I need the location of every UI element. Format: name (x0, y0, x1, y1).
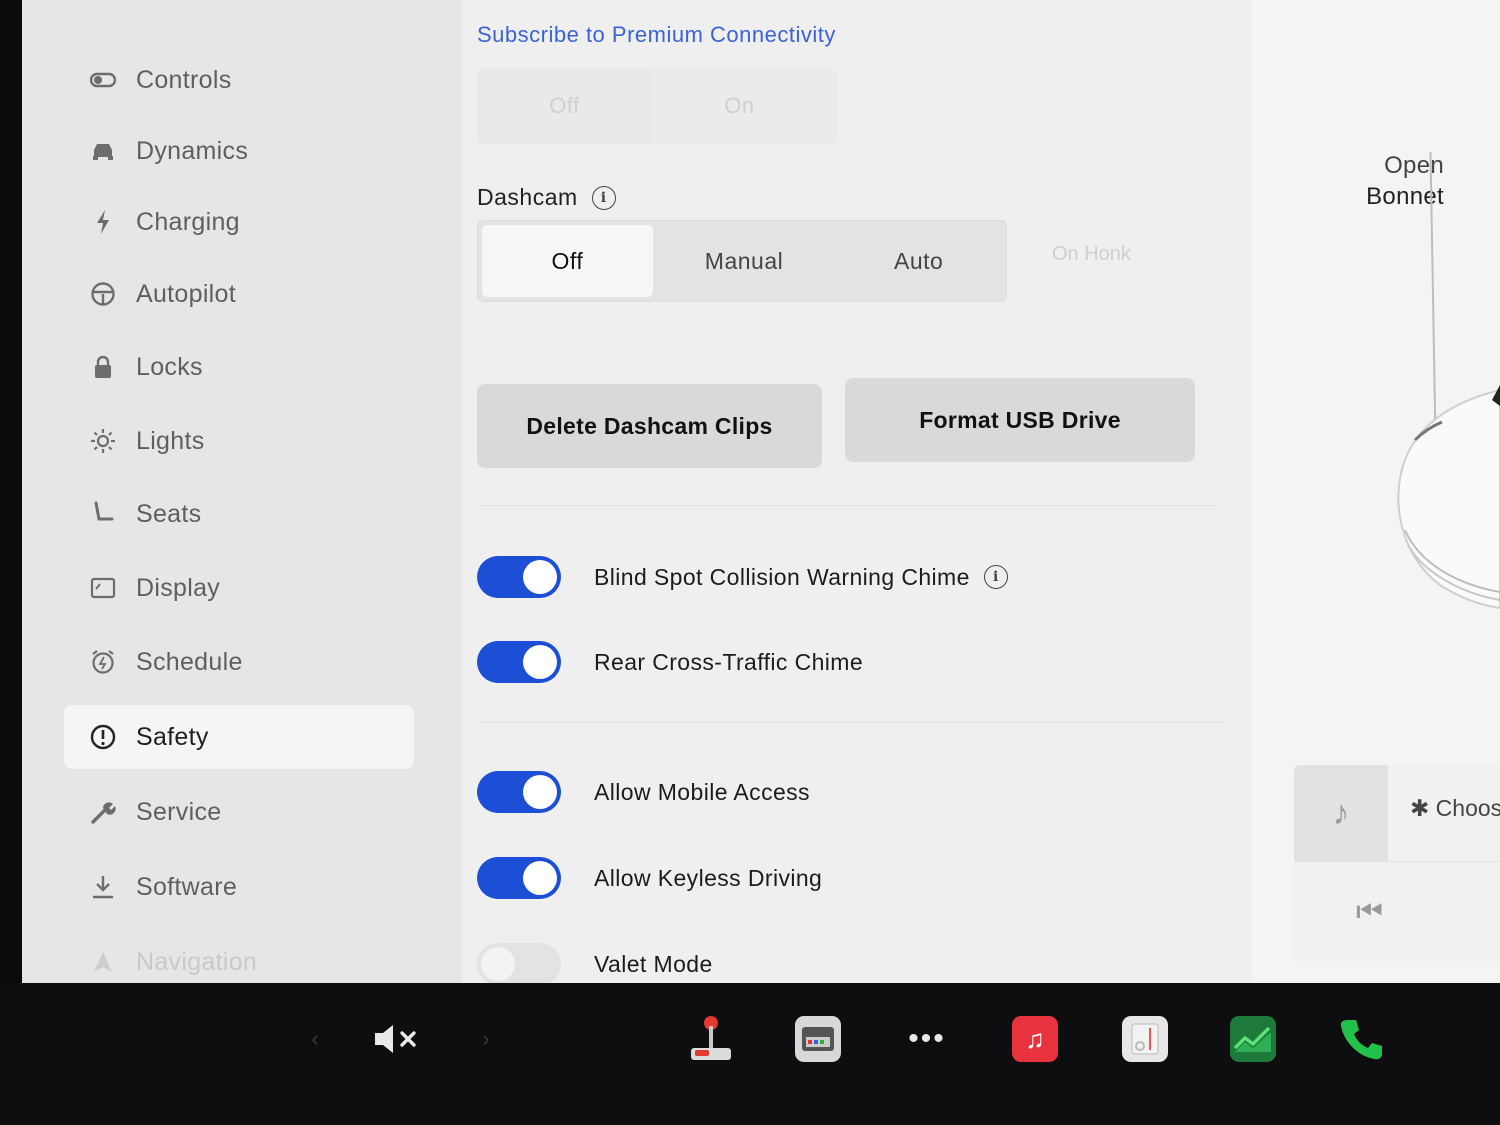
safety-settings-panel: Subscribe to Premium Connectivity Off On… (462, 0, 1252, 983)
rear-cross-traffic-toggle[interactable] (477, 641, 561, 683)
dashcam-label-text: Dashcam (477, 184, 578, 210)
dashcam-option-auto[interactable]: Auto (831, 221, 1006, 301)
info-icon[interactable]: i (983, 565, 1008, 589)
sidebar-item-schedule[interactable]: Schedule (64, 630, 414, 694)
car-view-panel: Open Bonnet ♪ ✱ Choos ⏮ (1252, 0, 1500, 983)
settings-sidebar: Controls Dynamics Charging Autopilot Loc… (22, 0, 462, 983)
dashcam-option-manual[interactable]: Manual (657, 221, 832, 301)
sidebar-item-charging[interactable]: Charging (64, 190, 414, 254)
dashcam-label: Dashcam i (477, 184, 616, 211)
segment-off[interactable]: Off (477, 68, 652, 144)
taskbar: ‹ › ••• ♫ (0, 983, 1500, 1125)
bolt-icon (88, 207, 118, 237)
music-app-icon[interactable]: ♫ (1010, 1013, 1060, 1065)
toggle-row-rear-cross-traffic: Rear Cross-Traffic Chime (477, 640, 863, 684)
toggle-row-mobile-access: Allow Mobile Access (477, 770, 810, 814)
sidebar-item-safety[interactable]: Safety (64, 705, 414, 769)
toggle-label: Allow Keyless Driving (594, 864, 823, 891)
toggle-label: Blind Spot Collision Warning Chime i (594, 564, 1008, 591)
sidebar-item-controls[interactable]: Controls (64, 48, 414, 112)
bluetooth-icon: ✱ (1410, 795, 1430, 821)
seat-icon (88, 499, 118, 529)
blind-spot-chime-toggle[interactable] (477, 556, 561, 598)
sidebar-item-label: Software (136, 872, 238, 901)
sidebar-item-dynamics[interactable]: Dynamics (64, 119, 414, 183)
car-icon (88, 136, 118, 166)
sidebar-item-label: Navigation (136, 947, 258, 976)
sidebar-item-label: Safety (136, 722, 209, 751)
sidebar-item-lights[interactable]: Lights (64, 409, 414, 473)
dashcam-option-on-honk[interactable]: On Honk (1052, 243, 1131, 266)
media-player: ♪ ✱ Choos ⏮ (1294, 765, 1500, 961)
sidebar-item-label: Seats (136, 499, 202, 528)
music-note-icon[interactable]: ♪ (1294, 765, 1388, 861)
sidebar-item-label: Autopilot (136, 279, 236, 308)
sidebar-item-label: Schedule (136, 647, 243, 676)
divider (477, 722, 1227, 723)
sidebar-item-label: Controls (136, 65, 232, 94)
sun-icon (88, 426, 118, 456)
keyless-driving-toggle[interactable] (477, 857, 561, 899)
toybox-icon[interactable] (793, 1013, 843, 1065)
toggle-icon (88, 65, 118, 95)
display-icon (88, 573, 118, 603)
sidebar-item-service[interactable]: Service (64, 780, 414, 844)
steering-wheel-icon (88, 279, 118, 309)
sidebar-item-label: Display (136, 573, 221, 602)
dashcam-option-off[interactable]: Off (482, 225, 653, 297)
mobile-access-toggle[interactable] (477, 771, 561, 813)
sidebar-item-display[interactable]: Display (64, 556, 414, 620)
volume-down-arrow-icon[interactable]: ‹ (305, 1013, 325, 1065)
touchscreen: Controls Dynamics Charging Autopilot Loc… (22, 0, 1500, 983)
previous-track-icon[interactable]: ⏮ (1356, 895, 1383, 929)
energy-app-icon[interactable] (1228, 1013, 1278, 1065)
info-icon[interactable]: i (591, 185, 616, 210)
delete-dashcam-clips-button[interactable]: Delete Dashcam Clips (477, 384, 822, 468)
mute-icon[interactable] (370, 1013, 426, 1065)
lock-icon (88, 352, 118, 382)
connectivity-segmented-control: Off On (477, 68, 837, 144)
download-icon (88, 872, 118, 902)
sidebar-item-label: Dynamics (136, 136, 249, 165)
phone-icon[interactable] (1336, 1013, 1386, 1065)
more-apps-icon[interactable]: ••• (902, 1013, 952, 1065)
alarm-icon (88, 647, 118, 677)
sidebar-item-label: Service (136, 797, 222, 826)
divider (1294, 861, 1500, 862)
volume-up-arrow-icon[interactable]: › (476, 1013, 496, 1065)
segment-on[interactable]: On (652, 68, 827, 144)
toggle-row-keyless-driving: Allow Keyless Driving (477, 856, 822, 900)
dashcam-segmented-control: Off Manual Auto (477, 220, 1007, 302)
dashcam-viewer-icon[interactable] (1120, 1013, 1170, 1065)
toggle-row-valet-mode: Valet Mode (477, 942, 713, 983)
sidebar-item-software[interactable]: Software (64, 855, 414, 919)
sidebar-item-navigation[interactable]: Navigation (64, 930, 414, 983)
sidebar-item-label: Locks (136, 352, 203, 381)
premium-connectivity-link[interactable]: Subscribe to Premium Connectivity (477, 22, 836, 48)
toggle-label: Valet Mode (594, 950, 713, 977)
car-image (1397, 385, 1500, 610)
sidebar-item-label: Charging (136, 207, 240, 236)
toggle-label: Allow Mobile Access (594, 778, 810, 805)
valet-mode-toggle[interactable] (477, 943, 561, 983)
alert-circle-icon (88, 722, 118, 752)
toggle-label-text: Blind Spot Collision Warning Chime (594, 563, 970, 590)
sidebar-item-seats[interactable]: Seats (64, 482, 414, 546)
sidebar-item-autopilot[interactable]: Autopilot (64, 262, 414, 326)
wrench-icon (88, 797, 118, 827)
choose-source-button[interactable]: ✱ Choos (1410, 795, 1500, 822)
choose-label: Choos (1435, 795, 1500, 821)
navigation-icon (88, 947, 118, 977)
toggle-row-blind-spot: Blind Spot Collision Warning Chime i (477, 555, 1008, 599)
sidebar-item-locks[interactable]: Locks (64, 335, 414, 399)
format-usb-drive-button[interactable]: Format USB Drive (845, 378, 1195, 462)
divider (477, 505, 1217, 506)
open-label: Open (1384, 152, 1444, 179)
sidebar-item-label: Lights (136, 426, 205, 455)
toggle-label: Rear Cross-Traffic Chime (594, 648, 864, 675)
joystick-icon[interactable] (685, 1013, 735, 1065)
